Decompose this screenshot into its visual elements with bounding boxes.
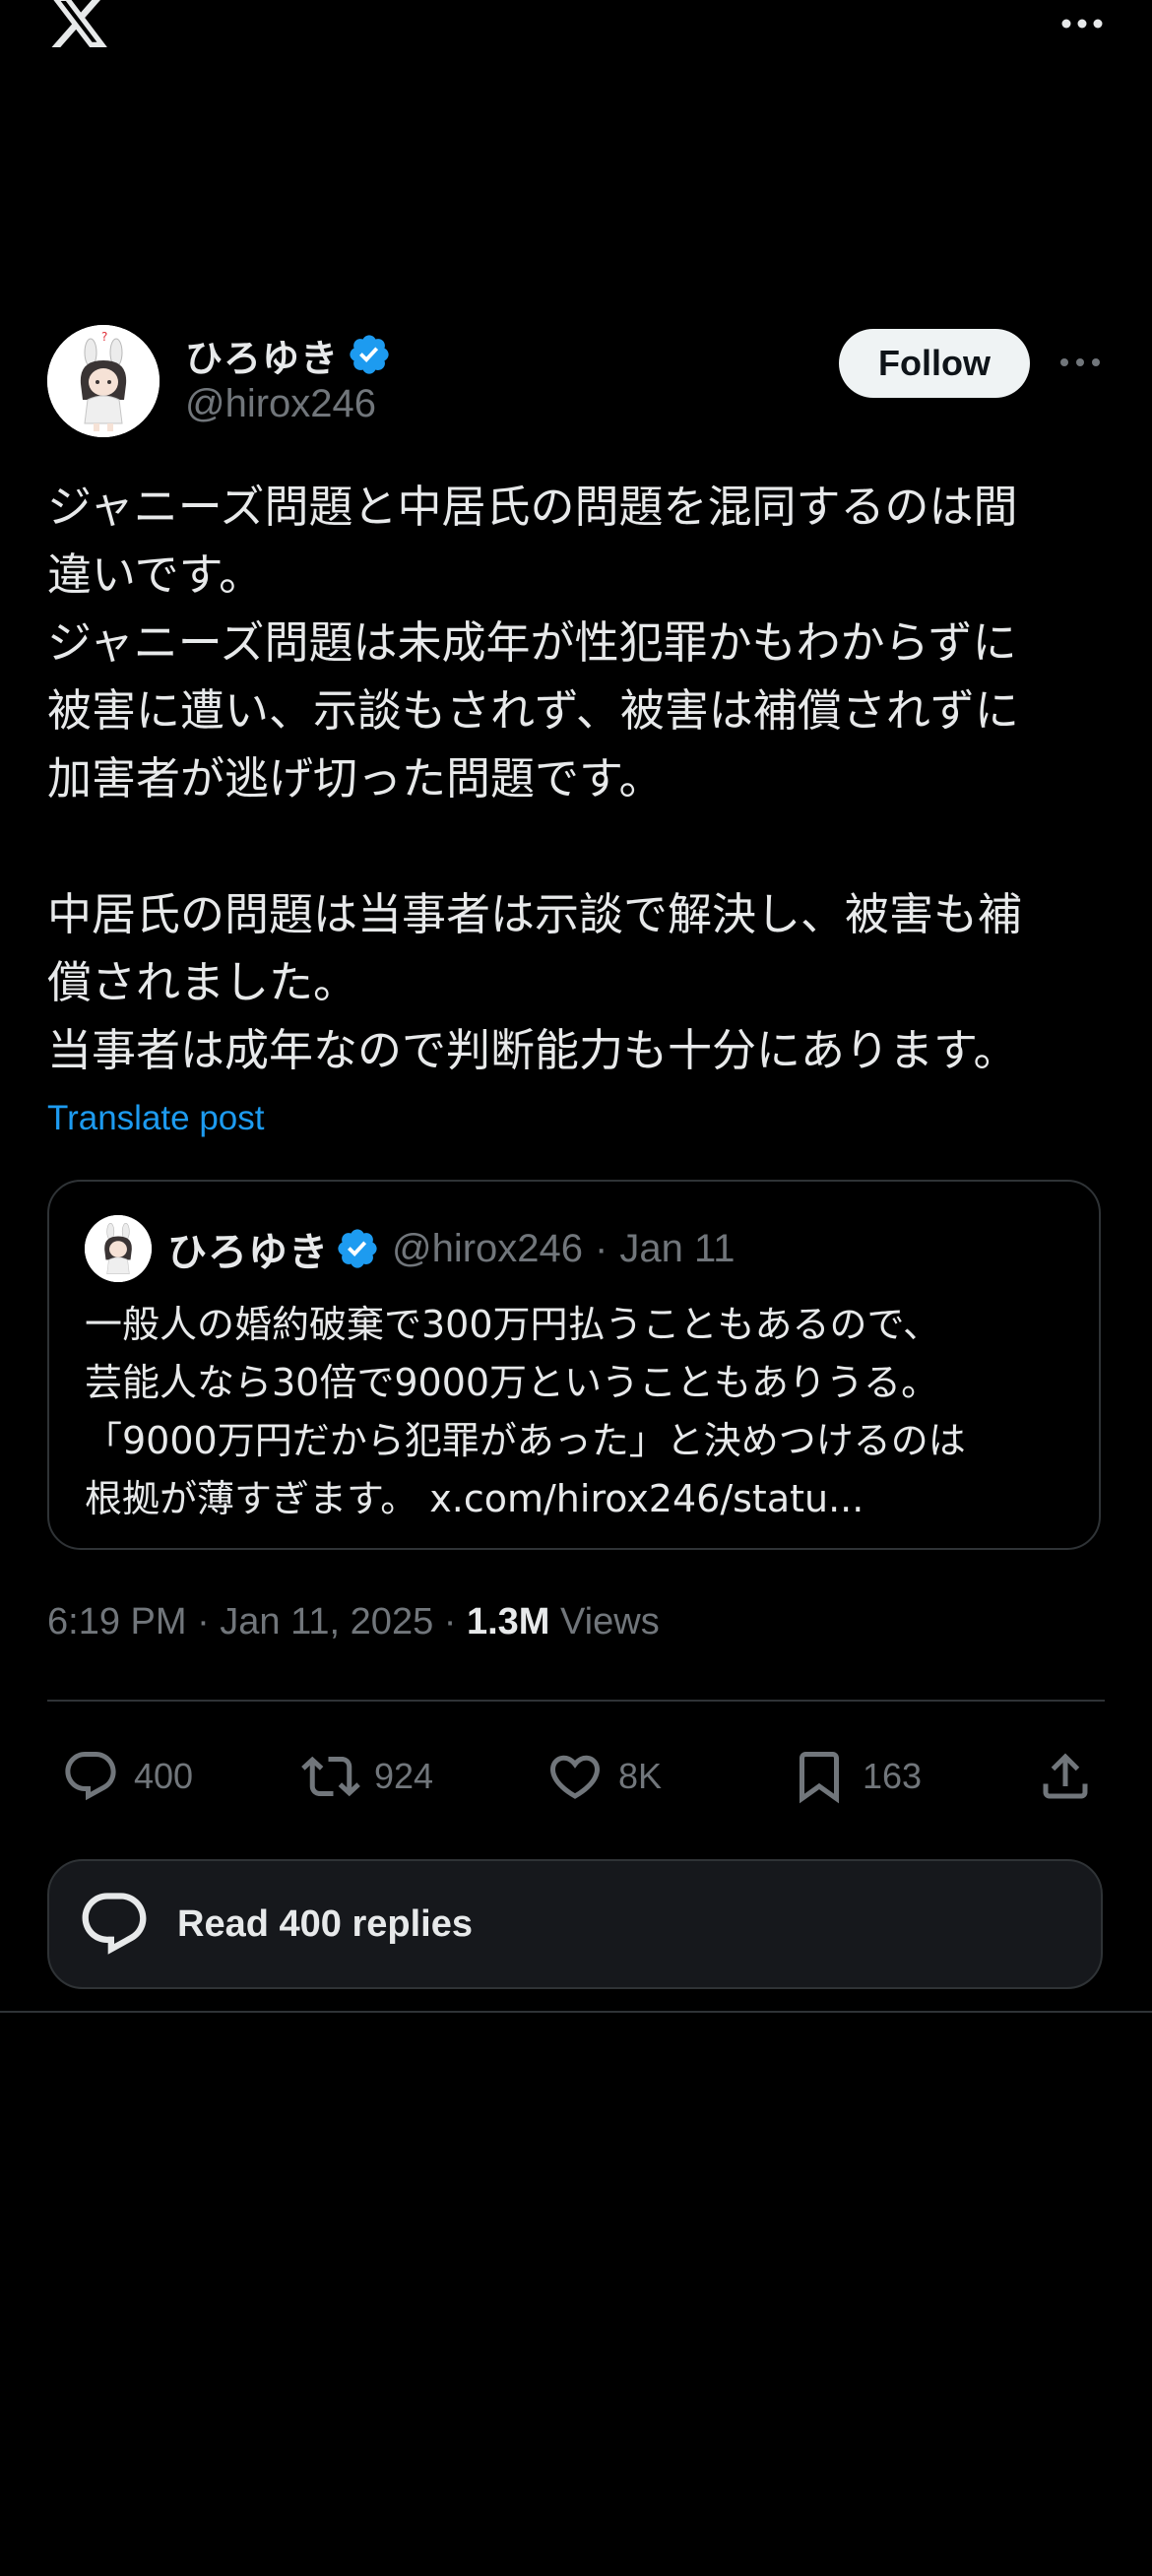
author-handle[interactable]: @hirox246 [185,382,376,426]
views-label: Views [549,1601,660,1642]
post-meta: 6:19 PM · Jan 11, 2025 · 1.3M Views [47,1601,660,1643]
quote-separator: · [595,1226,608,1270]
reply-button[interactable]: 400 [61,1739,193,1814]
read-replies-button[interactable]: Read 400 replies [47,1859,1103,1989]
repost-icon [301,1756,360,1797]
translate-post-link[interactable]: Translate post [47,1099,264,1138]
bookmark-count: 163 [863,1756,923,1796]
heart-icon [549,1755,601,1799]
read-replies-label: Read 400 replies [177,1902,473,1945]
quote-verified-badge-icon [338,1229,377,1268]
like-count: 8K [618,1756,663,1796]
quote-display-name: ひろゆき [167,1231,329,1274]
svg-text:?: ? [101,330,107,344]
author-name-row[interactable]: ひろゆき [185,325,392,384]
reply-icon [65,1752,116,1801]
quote-date: Jan 11 [619,1226,736,1270]
avatar[interactable]: ? [47,325,160,437]
share-icon [1043,1753,1088,1799]
quoted-post[interactable]: ひろゆき @hirox246 · Jan 11 一般人の婚約破棄で300万円払う… [47,1180,1101,1550]
quote-handle: @hirox246 [392,1226,584,1270]
quote-text: 一般人の婚約破棄で300万円払うこともあるので、 芸能人なら30倍で9000万と… [85,1303,966,1520]
post-more-icon[interactable] [1057,353,1103,372]
bottom-divider [0,2011,1152,2013]
action-bar: 400 924 8K 163 [47,1739,1105,1814]
divider [47,1700,1105,1702]
avatar-illustration-icon: ? [47,325,160,437]
follow-button[interactable]: Follow [839,329,1030,398]
x-logo-icon[interactable] [47,0,110,53]
top-bar [0,0,1152,79]
bookmark-button[interactable]: 163 [790,1739,922,1814]
reply-count: 400 [134,1756,194,1796]
repost-count: 924 [374,1756,434,1796]
post-text: ジャニーズ問題と中居氏の問題を混同するのは間 違いです。 ジャニーズ問題は未成年… [47,481,1023,1076]
quote-header: ひろゆき @hirox246 · Jan 11 [167,1217,736,1280]
more-options-icon[interactable] [1059,14,1105,33]
bookmark-icon [800,1752,839,1804]
views-count: 1.3M [466,1601,550,1642]
author-display-name[interactable]: ひろゆき [185,328,339,382]
replies-bubble-icon [82,1893,147,1955]
verified-badge-icon [350,335,389,374]
quote-avatar-illustration-icon [85,1215,152,1282]
like-button[interactable]: 8K [545,1739,662,1814]
repost-button[interactable]: 924 [301,1739,433,1814]
post-timestamp[interactable]: 6:19 PM · Jan 11, 2025 · [47,1601,467,1642]
quote-avatar [85,1215,152,1282]
share-button[interactable] [1036,1739,1095,1814]
